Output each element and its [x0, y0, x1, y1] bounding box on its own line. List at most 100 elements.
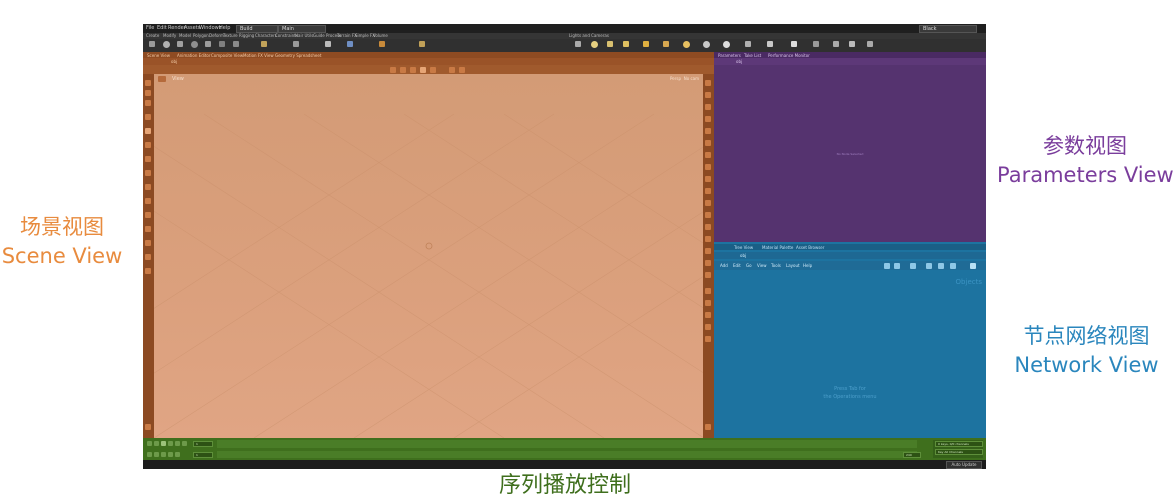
network-tool-icon-5[interactable]	[938, 263, 944, 269]
toggle-icon-5[interactable]	[705, 336, 711, 342]
normals-icon[interactable]	[705, 140, 711, 146]
wireframe-icon[interactable]	[705, 104, 711, 110]
point-light-icon[interactable]	[591, 41, 598, 48]
main-selector[interactable]: Main	[278, 25, 326, 33]
end-frame-field[interactable]: 240	[903, 452, 921, 458]
sky-light-icon[interactable]	[703, 41, 710, 48]
help-icon[interactable]	[145, 424, 151, 430]
tab-composite-view[interactable]: Composite View	[211, 53, 243, 58]
camera-lock-icon[interactable]	[705, 200, 711, 206]
user-selector[interactable]: Black	[919, 25, 977, 33]
play-back-icon[interactable]	[161, 441, 166, 446]
spot-light-icon[interactable]	[607, 41, 613, 47]
home-icon[interactable]	[705, 212, 711, 218]
safe-area-icon[interactable]	[705, 188, 711, 194]
tab-asset-browser[interactable]: Asset Browser	[796, 245, 824, 250]
point-numbers-icon[interactable]	[705, 152, 711, 158]
realtime-icon[interactable]	[147, 452, 152, 457]
platonic-icon[interactable]	[347, 41, 353, 47]
net-menu-view[interactable]: View	[757, 263, 767, 268]
net-menu-help[interactable]: Help	[803, 263, 812, 268]
torus-icon[interactable]	[191, 41, 198, 48]
move-tool-icon[interactable]	[400, 67, 406, 73]
lights-icon[interactable]	[705, 80, 711, 86]
area-light-icon[interactable]	[623, 41, 629, 47]
persp-menu[interactable]: Persp	[670, 76, 681, 81]
tab-motion-fx-view[interactable]: Motion FX View	[243, 53, 274, 58]
ghost-icon[interactable]	[705, 116, 711, 122]
ambient-light-icon[interactable]	[791, 41, 797, 47]
handle-tool-icon[interactable]	[430, 67, 436, 73]
network-tool-icon-6[interactable]	[950, 263, 956, 269]
shelf-tab-model[interactable]: Model	[179, 33, 191, 38]
toggle-icon-1[interactable]	[705, 288, 711, 294]
audio-icon[interactable]	[161, 452, 166, 457]
grid-display-icon[interactable]	[705, 176, 711, 182]
shelf-tab-hair[interactable]: Hair Utils	[295, 33, 313, 38]
text-icon[interactable]	[325, 41, 331, 47]
visibility-icon[interactable]	[145, 268, 151, 274]
shelf-tab-create[interactable]: Create	[146, 33, 159, 38]
scale-tool-icon[interactable]	[420, 67, 426, 73]
tab-material-palette[interactable]: Material Palette	[762, 245, 793, 250]
network-path[interactable]: obj	[740, 253, 746, 258]
view-menu-icon[interactable]	[158, 76, 166, 82]
tab-geometry-spreadsheet[interactable]: Geometry Spreadsheet	[275, 53, 321, 58]
playback-range-slider[interactable]	[217, 451, 917, 458]
net-menu-add[interactable]: Add	[720, 263, 728, 268]
go-to-start-icon[interactable]	[147, 441, 152, 446]
vertices-icon[interactable]	[145, 198, 151, 204]
toggle-icon-3[interactable]	[705, 312, 711, 318]
expand-icon[interactable]	[705, 424, 711, 430]
go-to-end-icon[interactable]	[182, 441, 187, 446]
toggle-icon-4[interactable]	[705, 324, 711, 330]
network-tool-icon-2[interactable]	[894, 263, 900, 269]
stereo-icon[interactable]	[705, 272, 711, 278]
shelf-tab-deform[interactable]: Deform	[209, 33, 224, 38]
gi-light-icon[interactable]	[723, 41, 730, 48]
display-options-icon[interactable]	[459, 67, 465, 73]
scene-path[interactable]: obj	[171, 59, 177, 64]
net-menu-go[interactable]: Go	[746, 263, 752, 268]
shelf-tab-simple[interactable]: Simple FX	[355, 33, 375, 38]
volume-light-icon[interactable]	[663, 41, 669, 47]
curve-icon[interactable]	[261, 41, 267, 47]
current-frame-field[interactable]: 1	[193, 441, 213, 447]
null-icon[interactable]	[219, 41, 225, 47]
toggle-icon-2[interactable]	[705, 300, 711, 306]
select-tool-icon[interactable]	[390, 67, 396, 73]
step-forward-icon[interactable]	[175, 441, 180, 446]
search-icon[interactable]	[970, 263, 976, 269]
shelf-tab-polygon[interactable]: Polygon	[193, 33, 209, 38]
menu-windows[interactable]: Windows	[199, 25, 221, 31]
lasso-icon[interactable]	[145, 212, 151, 218]
network-tool-icon-3[interactable]	[910, 263, 916, 269]
flipbook-icon[interactable]	[705, 248, 711, 254]
points-icon[interactable]	[145, 156, 151, 162]
select-icon[interactable]	[145, 80, 151, 86]
geometry-light-icon[interactable]	[643, 41, 649, 47]
shelf-tab-modify[interactable]: Modify	[163, 33, 176, 38]
file-icon[interactable]	[379, 41, 385, 47]
line-icon[interactable]	[233, 41, 239, 47]
shelf-tab-rigging[interactable]: Rigging	[239, 33, 254, 38]
parameters-path[interactable]: obj	[736, 59, 742, 64]
net-menu-edit[interactable]: Edit	[733, 263, 741, 268]
loop-icon[interactable]	[154, 452, 159, 457]
tab-scene-view[interactable]: Scene View	[147, 53, 170, 58]
view-icon[interactable]	[145, 114, 151, 120]
draw-curve-icon[interactable]	[293, 41, 299, 47]
shelf-tab-terrain[interactable]: Terrain FX	[337, 33, 357, 38]
secure-selection-icon[interactable]	[145, 254, 151, 260]
net-menu-tools[interactable]: Tools	[771, 263, 781, 268]
rotate-tool-icon[interactable]	[410, 67, 416, 73]
backface-icon[interactable]	[705, 128, 711, 134]
shelf-tab-lights[interactable]: Lights and Cameras	[569, 33, 609, 38]
camera-icon[interactable]	[575, 41, 581, 47]
shading-icon[interactable]	[705, 92, 711, 98]
shelf-tab-texture[interactable]: Texture	[223, 33, 238, 38]
render-region-icon[interactable]	[705, 236, 711, 242]
magnet-icon[interactable]	[145, 240, 151, 246]
sphere-icon[interactable]	[163, 41, 170, 48]
stereo-camera-icon[interactable]	[813, 41, 819, 47]
